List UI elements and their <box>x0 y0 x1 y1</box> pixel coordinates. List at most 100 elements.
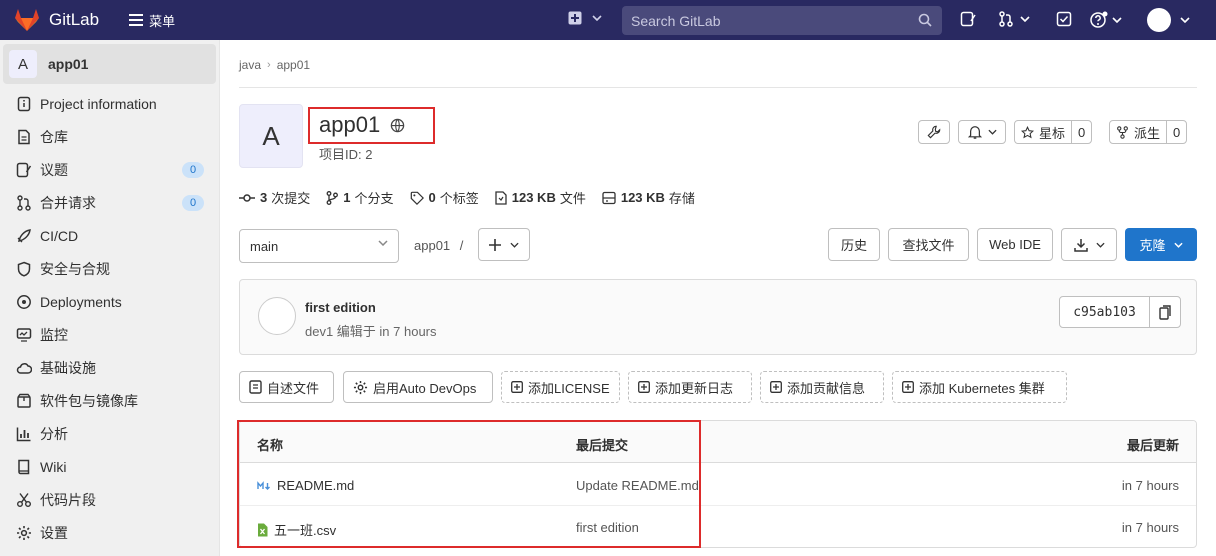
enable-auto-devops-button[interactable]: 启用Auto DevOps <box>343 371 493 403</box>
table-row[interactable]: 五一班.csv first edition in 7 hours <box>240 506 1196 547</box>
repo-path-root[interactable]: app01 <box>414 238 450 253</box>
web-ide-button[interactable]: Web IDE <box>977 228 1053 261</box>
new-item-dropdown[interactable] <box>568 11 602 25</box>
sidebar-item-project-information[interactable]: Project information <box>0 89 220 119</box>
commit-title[interactable]: first edition <box>305 300 376 315</box>
shield-icon <box>17 261 31 277</box>
gear-icon <box>17 526 31 540</box>
column-header-last-update: 最后更新 <box>1126 438 1179 453</box>
plus-square-icon <box>902 381 914 393</box>
sidebar-project-header[interactable]: A app01 <box>3 44 216 84</box>
add-license-button[interactable]: 添加LICENSE <box>501 371 620 403</box>
merge-requests-nav-button[interactable] <box>998 11 1030 27</box>
menu-button[interactable]: 菜单 <box>129 11 175 30</box>
fork-count[interactable]: 0 <box>1167 125 1186 140</box>
sidebar-item-issues[interactable]: 议题 0 <box>0 155 220 185</box>
sidebar-item-settings[interactable]: 设置 <box>0 518 220 548</box>
sidebar-item-monitor[interactable]: 监控 <box>0 320 220 350</box>
gitlab-logo[interactable]: GitLab <box>14 8 99 32</box>
table-row[interactable]: README.md Update README.md in 7 hours <box>240 464 1196 506</box>
sidebar-item-analytics[interactable]: 分析 <box>0 419 220 449</box>
user-menu-button[interactable] <box>1147 8 1190 32</box>
fork-button[interactable]: 派生 0 <box>1109 120 1188 144</box>
gitlab-tanuki-icon <box>15 9 39 31</box>
storage-size: 123 KB <box>620 190 665 205</box>
plus-square-icon <box>568 11 582 25</box>
sidebar-item-wiki[interactable]: Wiki <box>0 452 220 482</box>
branch-name: main <box>250 238 279 254</box>
search-placeholder: Search GitLab <box>631 12 721 29</box>
sidebar-item-label: 监控 <box>40 327 68 343</box>
star-count[interactable]: 0 <box>1072 125 1091 140</box>
readme-button[interactable]: 自述文件 <box>239 371 334 403</box>
repo-path: app01 / <box>414 238 463 253</box>
commits-label: 次提交 <box>271 191 311 206</box>
star-icon <box>1021 125 1034 138</box>
project-avatar-large: A <box>239 104 303 168</box>
notification-dropdown[interactable] <box>958 120 1006 144</box>
sidebar-item-label: Deployments <box>40 294 122 310</box>
search-input[interactable]: Search GitLab <box>622 6 942 35</box>
clone-dropdown[interactable]: 克隆 <box>1125 228 1197 261</box>
column-header-last-commit: 最后提交 <box>576 438 629 453</box>
branch-selector[interactable]: main <box>239 229 399 263</box>
sidebar-item-label: 议题 <box>40 162 68 178</box>
sidebar-item-merge-requests[interactable]: 合并请求 0 <box>0 188 220 218</box>
file-last-commit[interactable]: Update README.md <box>576 478 699 493</box>
star-action[interactable]: 星标 <box>1015 121 1073 143</box>
file-last-commit[interactable]: first edition <box>576 520 639 535</box>
help-nav-button[interactable] <box>1090 11 1122 29</box>
brand-name: GitLab <box>49 10 100 29</box>
commit-sha[interactable]: c95ab103 <box>1060 297 1150 327</box>
sidebar-item-ci-cd[interactable]: CI/CD <box>0 221 220 251</box>
plus-square-icon <box>770 381 782 393</box>
divider <box>239 87 1197 88</box>
sidebar-item-deployments[interactable]: Deployments <box>0 287 220 317</box>
issues-nav-button[interactable] <box>960 11 976 27</box>
quick-action-label: 添加LICENSE <box>528 380 610 396</box>
commits-stat[interactable]: 3 次提交 <box>239 188 310 207</box>
sidebar-item-security[interactable]: 安全与合规 <box>0 254 220 284</box>
star-button[interactable]: 星标 0 <box>1014 120 1093 144</box>
storage-stat[interactable]: 123 KB 存储 <box>602 188 695 207</box>
sidebar-item-infrastructure[interactable]: 基础设施 <box>0 353 220 383</box>
commit-author-avatar[interactable] <box>258 297 296 335</box>
spreadsheet-file-icon <box>258 523 268 536</box>
chevron-right-icon: › <box>267 59 271 71</box>
add-to-tree-dropdown[interactable] <box>478 228 530 261</box>
find-file-button[interactable]: 查找文件 <box>888 228 969 261</box>
todos-nav-button[interactable] <box>1056 11 1072 27</box>
search-icon <box>918 13 932 27</box>
fork-action[interactable]: 派生 <box>1110 121 1168 143</box>
breadcrumb-group-link[interactable]: java <box>239 58 261 72</box>
cloud-icon <box>16 363 32 374</box>
chevron-down-icon <box>1095 242 1105 248</box>
add-changelog-button[interactable]: 添加更新日志 <box>628 371 752 403</box>
add-kubernetes-cluster-button[interactable]: 添加 Kubernetes 集群 <box>892 371 1067 403</box>
files-stat[interactable]: 123 KB 文件 <box>495 188 586 207</box>
branches-stat[interactable]: 1 个分支 <box>326 188 394 207</box>
settings-wrench-button[interactable] <box>918 120 950 144</box>
sidebar-item-repository[interactable]: 仓库 <box>0 122 220 152</box>
add-contributing-button[interactable]: 添加贡献信息 <box>760 371 884 403</box>
deployments-icon <box>17 295 31 309</box>
copy-sha-button[interactable] <box>1150 297 1180 327</box>
sidebar-item-snippets[interactable]: 代码片段 <box>0 485 220 515</box>
chevron-down-icon <box>1112 17 1122 23</box>
tags-stat[interactable]: 0 个标签 <box>410 188 479 207</box>
breadcrumb-project-link[interactable]: app01 <box>277 58 310 72</box>
sidebar-item-packages[interactable]: 软件包与镜像库 <box>0 386 220 416</box>
chevron-down-icon <box>1020 16 1030 22</box>
markdown-icon <box>257 480 270 490</box>
scissors-icon <box>17 493 31 507</box>
commit-sha-group: c95ab103 <box>1059 296 1181 328</box>
commit-icon <box>239 193 255 202</box>
history-button[interactable]: 历史 <box>828 228 880 261</box>
download-dropdown[interactable] <box>1061 228 1117 261</box>
issues-icon <box>16 162 32 178</box>
repo-path-separator: / <box>459 238 464 253</box>
package-icon <box>17 393 31 408</box>
gear-icon <box>353 380 368 394</box>
file-name-cell[interactable]: 五一班.csv <box>257 520 336 539</box>
file-name-cell[interactable]: README.md <box>257 478 354 493</box>
